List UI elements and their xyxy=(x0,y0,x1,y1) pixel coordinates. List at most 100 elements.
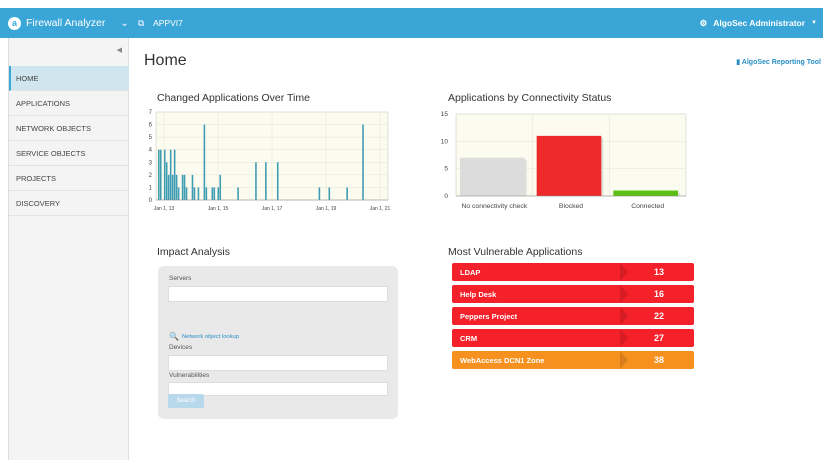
vulnerable-app-name: Peppers Project xyxy=(460,311,518,321)
vulnerable-app-row[interactable]: WebAccess DCN1 Zone 38 xyxy=(452,351,694,369)
vulnerabilities-label: Vulnerabilities xyxy=(169,372,210,379)
vulnerable-app-name: LDAP xyxy=(460,267,481,277)
data-bar xyxy=(171,174,174,200)
data-bar xyxy=(328,187,331,200)
x-tick-label: Jan 1, 19 xyxy=(316,206,337,212)
magnifier-icon: 🔍 xyxy=(169,332,179,341)
user-menu[interactable]: ⚙ AlgoSec Administrator ▼ xyxy=(700,8,817,38)
data-bar xyxy=(203,124,206,200)
sidebar-item-applications[interactable]: APPLICATIONS xyxy=(9,91,129,116)
sidebar: ◀ HOME APPLICATIONS NETWORK OBJECTS SERVICE… xyxy=(8,38,129,460)
y-tick-label: 7 xyxy=(149,110,153,116)
data-bar xyxy=(185,187,188,200)
user-name: AlgoSec Administrator xyxy=(713,18,806,28)
sidebar-item-projects[interactable]: PROJECTS xyxy=(9,166,129,191)
vulnerable-app-name: WebAccess DCN1 Zone xyxy=(460,355,545,365)
sidebar-item-home[interactable]: HOME xyxy=(9,66,129,91)
vulnerable-app-row[interactable]: LDAP 13 xyxy=(452,263,694,281)
y-tick-label: 4 xyxy=(149,148,153,154)
data-bar xyxy=(205,187,208,200)
y-tick-label: 0 xyxy=(149,198,153,204)
data-bar xyxy=(167,174,170,200)
category-label: Blocked xyxy=(559,203,583,210)
data-bar xyxy=(217,187,220,200)
y-tick-label: 5 xyxy=(149,135,153,141)
data-bar xyxy=(191,174,194,200)
collapse-sidebar-icon[interactable]: ◀ xyxy=(117,46,122,54)
impact-analysis-title: Impact Analysis xyxy=(157,246,230,258)
reporting-tool-label: AlgoSec Reporting Tool xyxy=(741,59,821,66)
x-tick-label: Jan 1, 17 xyxy=(262,206,283,212)
sidebar-item-service-objects[interactable]: SERVICE OBJECTS xyxy=(9,141,129,166)
changed-apps-title: Changed Applications Over Time xyxy=(157,92,310,104)
current-application[interactable]: ⧉ APPVI7 xyxy=(138,8,183,38)
data-bar xyxy=(183,174,186,200)
y-tick-label: 15 xyxy=(441,111,449,118)
vulnerability-count: 38 xyxy=(653,355,664,365)
data-bar xyxy=(276,162,279,200)
application-icon: ⧉ xyxy=(138,17,145,28)
connectivity-status-chart: 0 5 10 15 No connectivity check Blocked Connec… xyxy=(441,111,687,210)
vulnerable-app-row[interactable]: CRM 27 xyxy=(452,329,694,347)
sidebar-item-discovery[interactable]: DISCOVERY xyxy=(9,191,129,216)
data-bar xyxy=(175,174,178,200)
network-object-lookup-link[interactable]: 🔍 Network object lookup xyxy=(169,332,239,341)
vulnerable-app-row[interactable]: Peppers Project 22 xyxy=(452,307,694,325)
data-bar xyxy=(177,187,180,200)
vulnerable-app-row[interactable]: Help Desk 16 xyxy=(452,285,694,303)
data-bar xyxy=(163,149,166,200)
x-tick-label: Jan 1, 13 xyxy=(154,206,175,212)
sidebar-nav: HOME APPLICATIONS NETWORK OBJECTS SERVICE O… xyxy=(9,66,129,216)
vulnerability-count: 16 xyxy=(653,289,664,299)
x-tick-label: Jan 1, 15 xyxy=(208,206,229,212)
page-title: Home xyxy=(144,52,187,69)
data-bar xyxy=(157,149,160,200)
product-switcher[interactable]: a Firewall Analyzer ⌄ xyxy=(8,8,129,38)
devices-label: Devices xyxy=(169,344,193,351)
main-content: Home ▮ AlgoSec Reporting Tool Changed Ap… xyxy=(130,38,823,460)
y-tick-label: 3 xyxy=(149,160,153,166)
connectivity-status-title: Applications by Connectivity Status xyxy=(448,92,612,104)
servers-input[interactable] xyxy=(168,286,388,302)
data-bar xyxy=(173,149,176,200)
application-name: APPVI7 xyxy=(153,18,183,28)
bar-chart-icon: ▮ xyxy=(736,59,741,66)
data-bar xyxy=(346,187,348,200)
product-name: Firewall Analyzer xyxy=(26,17,106,29)
data-bar xyxy=(219,174,222,200)
y-tick-label: 0 xyxy=(444,193,448,200)
vulnerability-count: 27 xyxy=(653,333,664,343)
x-tick-label: Jan 1, 21 xyxy=(370,206,391,212)
chevron-down-icon: ⌄ xyxy=(120,17,129,29)
category-label: Connected xyxy=(631,203,664,210)
data-bar xyxy=(318,187,321,200)
data-bar xyxy=(213,187,216,200)
top-bar: a Firewall Analyzer ⌄ ⧉ APPVI7 ⚙ AlgoSec… xyxy=(0,8,823,38)
vulnerable-app-name: CRM xyxy=(460,333,478,343)
data-bar xyxy=(536,135,602,196)
data-bar xyxy=(613,190,678,196)
vulnerable-app-name: Help Desk xyxy=(460,289,497,299)
lookup-label: Network object lookup xyxy=(181,333,240,340)
gear-icon: ⚙ xyxy=(699,17,708,28)
y-tick-label: 2 xyxy=(149,173,153,179)
data-bar xyxy=(169,149,172,200)
y-tick-label: 1 xyxy=(149,185,153,191)
sidebar-item-network-objects[interactable]: NETWORK OBJECTS xyxy=(9,116,129,141)
data-bar xyxy=(362,124,364,200)
data-bar xyxy=(211,187,214,200)
data-bar xyxy=(165,162,168,200)
devices-input[interactable] xyxy=(168,355,388,371)
data-bar xyxy=(255,162,257,200)
data-bar xyxy=(159,149,162,200)
data-bar xyxy=(181,174,184,200)
y-tick-label: 5 xyxy=(444,166,448,173)
most-vulnerable-title: Most Vulnerable Applications xyxy=(448,246,583,258)
impact-analysis-panel: Servers 🔍 Network object lookup Devices … xyxy=(158,266,398,419)
y-tick-label: 6 xyxy=(149,123,153,129)
reporting-tool-link[interactable]: ▮ AlgoSec Reporting Tool xyxy=(736,58,821,66)
search-button[interactable]: Search xyxy=(168,394,204,408)
caret-down-icon: ▼ xyxy=(811,20,817,26)
category-label: No connectivity check xyxy=(461,203,527,210)
algosec-logo-icon: a xyxy=(8,16,21,30)
